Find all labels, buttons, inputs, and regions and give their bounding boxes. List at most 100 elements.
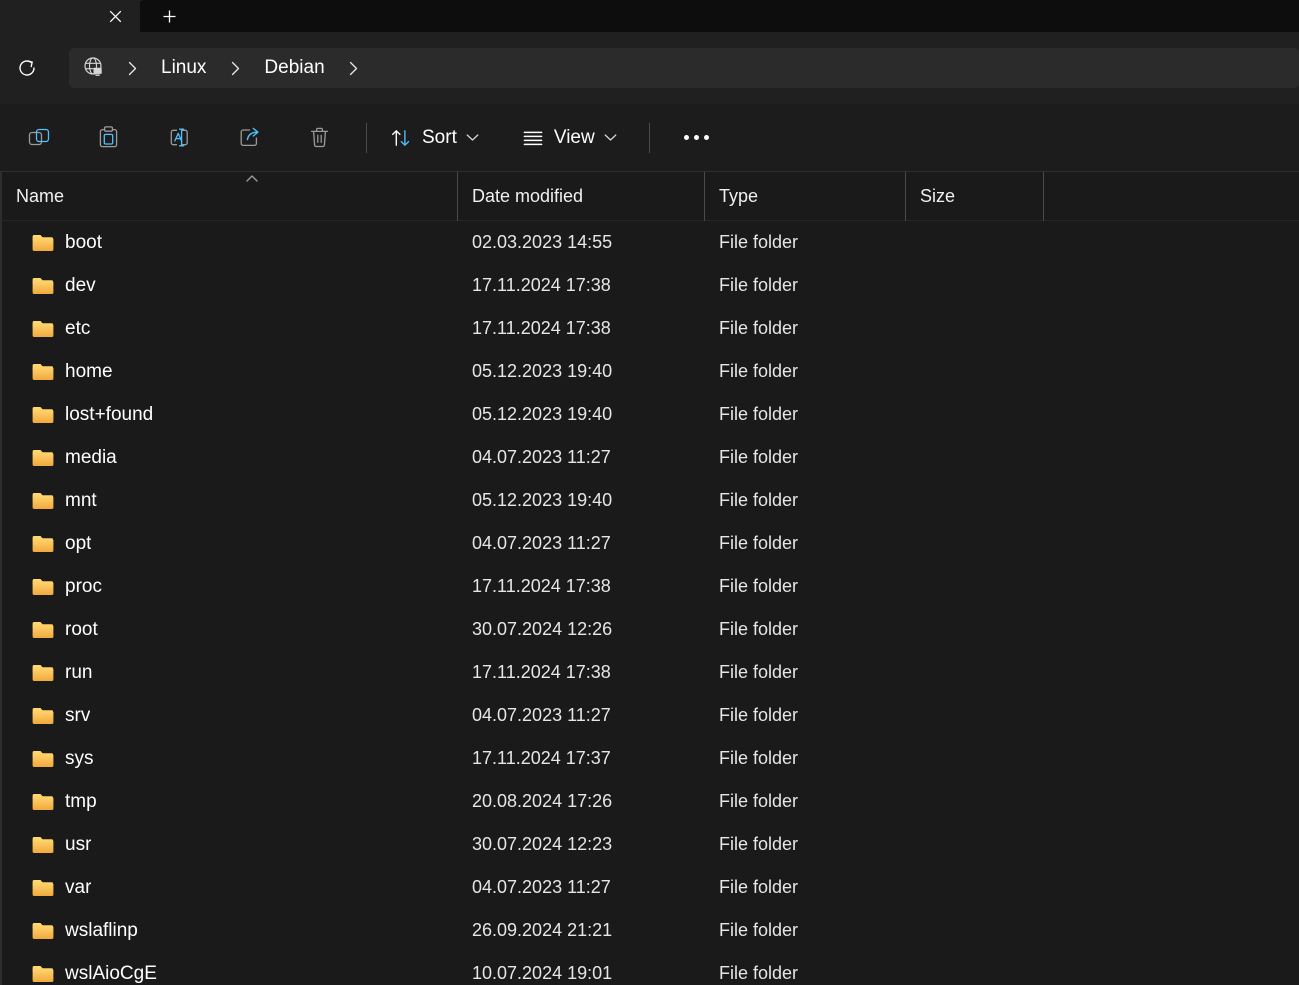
column-header-date-label: Date modified — [472, 185, 584, 206]
breadcrumb-separator-0[interactable] — [113, 61, 151, 76]
rename-button[interactable] — [156, 118, 202, 158]
rename-icon — [170, 128, 188, 147]
view-button[interactable]: View — [511, 118, 627, 158]
folder-icon — [32, 621, 54, 638]
folder-icon — [32, 965, 54, 982]
file-row-name-cell: var — [2, 877, 458, 899]
folder-icon — [32, 492, 54, 509]
file-row[interactable]: srv 04.07.2023 11:27 File folder — [2, 694, 1299, 737]
file-row[interactable]: home 05.12.2023 19:40 File folder — [2, 350, 1299, 393]
file-row[interactable]: proc 17.11.2024 17:38 File folder — [2, 565, 1299, 608]
sort-button[interactable]: Sort — [379, 118, 489, 158]
folder-icon — [32, 535, 54, 552]
close-tab-button[interactable] — [102, 3, 128, 29]
see-more-button[interactable] — [674, 118, 720, 158]
breadcrumb-separator-2[interactable] — [335, 61, 373, 76]
breadcrumb-separator-1[interactable] — [216, 61, 254, 76]
file-row[interactable]: media 04.07.2023 11:27 File folder — [2, 436, 1299, 479]
file-name: opt — [65, 532, 92, 554]
file-row-name-cell: tmp — [2, 791, 458, 813]
file-explorer-window: Linux Debian Sort View Name Date modifie… — [0, 0, 1299, 985]
file-row[interactable]: mnt 05.12.2023 19:40 File folder — [2, 479, 1299, 522]
file-row-name-cell: opt — [2, 533, 458, 555]
file-name: sys — [65, 747, 94, 769]
breadcrumb-debian[interactable]: Debian — [254, 51, 334, 85]
folder-icon — [32, 793, 54, 810]
ellipsis-icon — [684, 135, 690, 140]
delete-button[interactable] — [296, 118, 342, 158]
file-name: home — [65, 360, 113, 382]
file-date-modified: 10.07.2024 19:01 — [472, 963, 613, 983]
copy-icon — [28, 128, 49, 146]
file-row-name-cell: sys — [2, 748, 458, 770]
column-header-name[interactable]: Name — [2, 171, 458, 221]
file-type: File folder — [719, 404, 799, 424]
tab-strip-empty-area — [137, 0, 1299, 32]
file-type: File folder — [719, 232, 799, 252]
view-button-label: View — [553, 126, 595, 148]
location-icon-button[interactable] — [75, 51, 113, 85]
file-row-name-cell: lost+found — [2, 404, 458, 426]
sort-chevron-down-icon — [466, 133, 479, 142]
file-row-name-cell: wslAioCgE — [2, 963, 458, 985]
file-row[interactable]: var 04.07.2023 11:27 File folder — [2, 866, 1299, 909]
column-header-date-modified[interactable]: Date modified — [458, 171, 705, 221]
paste-button[interactable] — [86, 118, 132, 158]
file-row-name-cell: srv — [2, 705, 458, 727]
file-name: proc — [65, 575, 102, 597]
file-row[interactable]: root 30.07.2024 12:26 File folder — [2, 608, 1299, 651]
folder-icon — [32, 277, 54, 294]
column-header-size[interactable]: Size — [906, 171, 1044, 221]
file-name: etc — [65, 317, 91, 339]
file-row-name-cell: dev — [2, 275, 458, 297]
folder-icon — [32, 320, 54, 337]
share-button[interactable] — [226, 118, 272, 158]
file-row[interactable]: wslaflinp 26.09.2024 21:21 File folder — [2, 909, 1299, 952]
file-name: wslaflinp — [65, 919, 138, 941]
file-date-modified: 26.09.2024 21:21 — [472, 920, 613, 940]
file-type: File folder — [719, 275, 799, 295]
file-date-modified: 05.12.2023 19:40 — [472, 361, 613, 381]
refresh-button[interactable] — [9, 50, 45, 86]
address-bar[interactable]: Linux Debian — [69, 48, 1299, 88]
file-type: File folder — [719, 920, 799, 940]
folder-icon — [32, 363, 54, 380]
sort-button-label: Sort — [422, 126, 457, 148]
file-row[interactable]: tmp 20.08.2024 17:26 File folder — [2, 780, 1299, 823]
ellipsis-icon — [694, 135, 700, 140]
file-type: File folder — [719, 533, 799, 553]
file-date-modified: 04.07.2023 11:27 — [472, 533, 611, 553]
file-row[interactable]: usr 30.07.2024 12:23 File folder — [2, 823, 1299, 866]
copy-button[interactable] — [16, 118, 62, 158]
file-date-modified: 04.07.2023 11:27 — [472, 877, 611, 897]
file-row[interactable]: run 17.11.2024 17:38 File folder — [2, 651, 1299, 694]
file-row-name-cell: boot — [2, 232, 458, 254]
file-row[interactable]: dev 17.11.2024 17:38 File folder — [2, 264, 1299, 307]
active-tab[interactable] — [0, 0, 140, 32]
folder-icon — [32, 750, 54, 767]
file-row[interactable]: wslAioCgE 10.07.2024 19:01 File folder — [2, 952, 1299, 985]
sort-arrows-icon — [392, 129, 410, 146]
file-row-name-cell: etc — [2, 318, 458, 340]
tab-strip — [0, 0, 1299, 32]
file-name: tmp — [65, 790, 97, 812]
file-row[interactable]: lost+found 05.12.2023 19:40 File folder — [2, 393, 1299, 436]
file-row[interactable]: boot 02.03.2023 14:55 File folder — [2, 221, 1299, 264]
file-name: srv — [65, 704, 91, 726]
chevron-right-icon — [128, 61, 136, 75]
file-list[interactable]: boot 02.03.2023 14:55 File folder dev 17.11.… — [0, 221, 1299, 985]
file-date-modified: 04.07.2023 11:27 — [472, 705, 611, 725]
folder-icon — [32, 578, 54, 595]
column-header-type[interactable]: Type — [705, 171, 906, 221]
file-name: dev — [65, 274, 96, 296]
file-row[interactable]: etc 17.11.2024 17:38 File folder — [2, 307, 1299, 350]
file-type: File folder — [719, 490, 799, 510]
file-row[interactable]: sys 17.11.2024 17:37 File folder — [2, 737, 1299, 780]
breadcrumb-linux[interactable]: Linux — [151, 51, 216, 85]
file-row-name-cell: home — [2, 361, 458, 383]
new-tab-button[interactable] — [155, 3, 183, 29]
column-header-type-label: Type — [719, 185, 759, 206]
file-row[interactable]: opt 04.07.2023 11:27 File folder — [2, 522, 1299, 565]
file-date-modified: 17.11.2024 17:38 — [472, 275, 611, 295]
folder-icon — [32, 234, 54, 251]
